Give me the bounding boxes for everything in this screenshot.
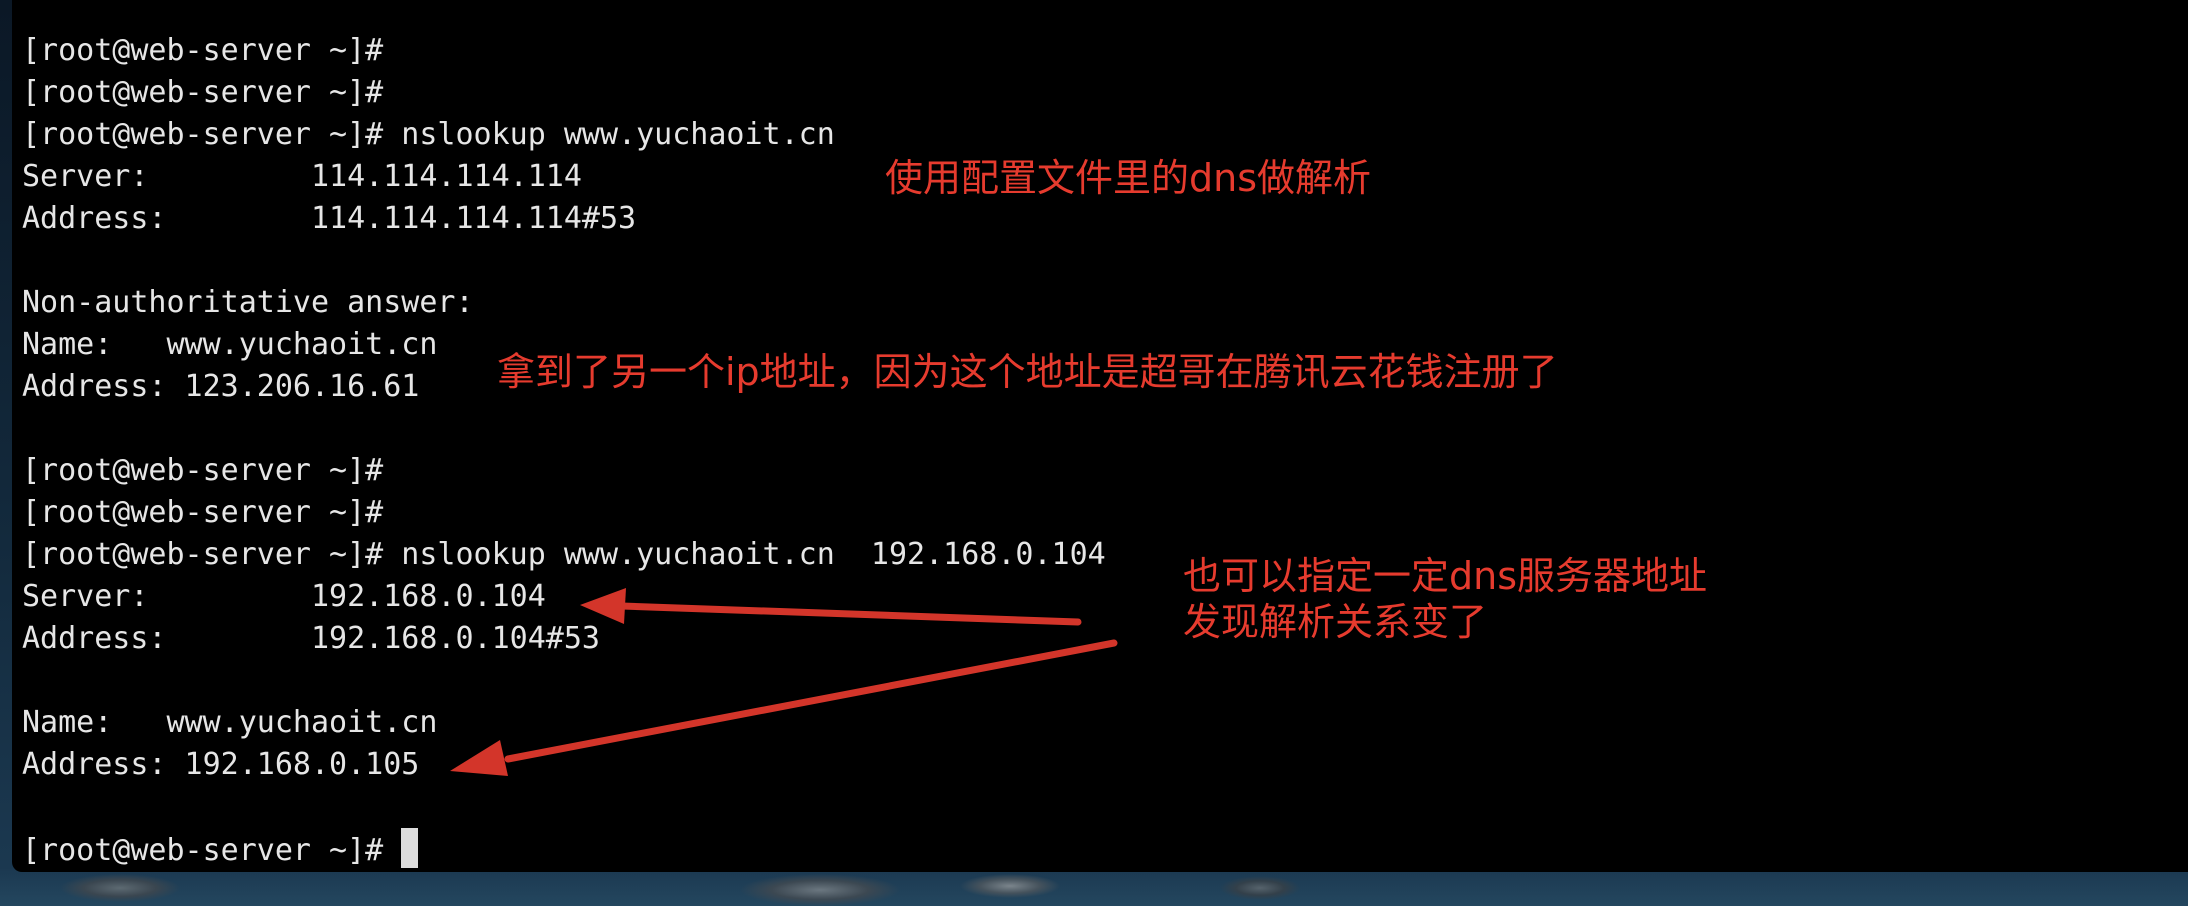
annotation-arrows	[450, 588, 1118, 776]
arrow-to-server	[580, 588, 1082, 626]
arrow-to-address	[450, 639, 1118, 776]
desktop-wallpaper-rocks	[0, 868, 2188, 906]
terminal-window[interactable]: [root@web-server ~]# [root@web-server ~]…	[12, 0, 2188, 872]
